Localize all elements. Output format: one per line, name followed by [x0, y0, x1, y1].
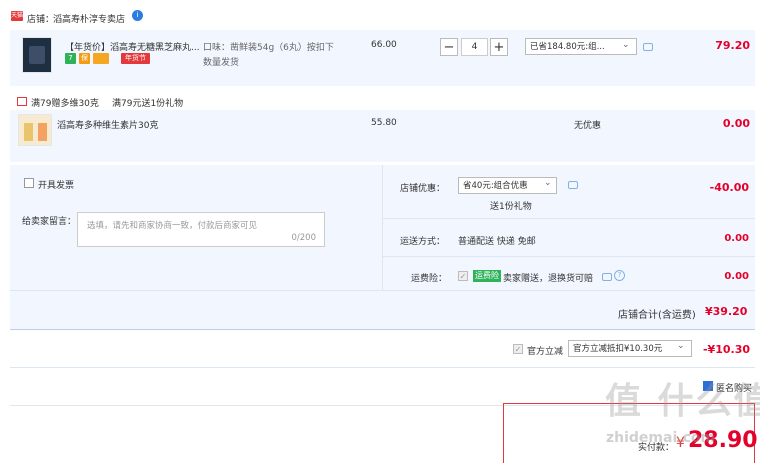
item2-title-link[interactable]: 滔高寿多种维生素片30克 [57, 118, 158, 131]
watermark-logo: 值 什么值得买 [605, 381, 760, 422]
shop-discount-value: 省40元:组合优惠 [463, 181, 528, 191]
shop-discount-amount: -40.00 [709, 181, 749, 194]
shop-discount-select[interactable]: 省40元:组合优惠 [458, 177, 557, 194]
separator [10, 290, 755, 291]
chevron-down-icon: ⌄ [677, 341, 685, 351]
shipping-label: 运送方式： [400, 237, 446, 247]
store-total-label: 店铺合计(含运费) [618, 310, 696, 321]
shop-discount-label: 店铺优惠： [400, 184, 446, 194]
message-textarea[interactable]: 选填，请先和商家协商一致，付款后商家可见 0/200 [77, 212, 325, 247]
invoice-checkbox[interactable] [24, 178, 34, 188]
item1-unit-price: 66.00 [371, 40, 397, 50]
message-placeholder: 选填，请先和商家协商一致，付款后商家可见 [87, 221, 258, 231]
freight-insurance-badge: 运费险 [473, 270, 501, 282]
store-label: 店铺： [27, 15, 55, 25]
chat-icon[interactable] [602, 273, 612, 281]
official-discount-checkbox[interactable] [513, 344, 523, 354]
invoice-label: 开具发票 [38, 181, 75, 191]
separator [10, 367, 755, 368]
qty-minus-button[interactable]: − [440, 38, 458, 56]
shipping-amount: 0.00 [724, 233, 749, 244]
tmall-icon: 天猫 [11, 11, 24, 21]
item1-thumbnail[interactable] [22, 37, 52, 73]
separator [382, 218, 755, 219]
promo-text-1: 满79赠多维30克 [31, 99, 99, 109]
chevron-down-icon: ⌄ [544, 178, 552, 188]
item2-subtotal: 0.00 [722, 117, 750, 130]
watermark-url: zhidemai.com [606, 430, 716, 446]
store-info-icon[interactable]: i [132, 10, 143, 21]
divider [382, 165, 383, 290]
item1-subtotal: 79.20 [715, 39, 750, 52]
item1-tag-7day: 7 [65, 53, 76, 64]
item2-thumbnail[interactable] [18, 114, 52, 146]
chevron-down-icon: ⌄ [622, 40, 630, 50]
store-total-amount: ¥39.20 [705, 305, 748, 318]
freight-insurance-checkbox[interactable] [458, 271, 468, 281]
help-icon[interactable]: ? [614, 270, 625, 281]
item1-discount-select[interactable]: 已省184.80元:组... [525, 38, 637, 55]
item1-title-link[interactable]: 【年货价】滔高寿无糖黑芝麻丸... [65, 40, 200, 53]
item2-discount: 无优惠 [574, 121, 602, 131]
official-discount-amount: -¥10.30 [702, 343, 750, 356]
freight-insurance-amount: 0.00 [724, 271, 749, 282]
item1-spec-line2: 数量发货 [203, 58, 240, 68]
item1-tag-card-icon [93, 53, 109, 64]
message-label: 给卖家留言： [22, 217, 77, 227]
item1-tag-festival: 年货节 [121, 53, 150, 64]
shipping-value: 普通配送 快递 免邮 [458, 237, 536, 247]
qty-plus-button[interactable]: + [490, 38, 508, 56]
store-name-link[interactable]: 滔高寿朴淳专卖店 [53, 12, 125, 25]
item1-tag-guarantee: 保 [79, 53, 90, 64]
chat-icon[interactable] [568, 181, 578, 189]
item1-discount-value: 已省184.80元:组... [530, 42, 605, 52]
item2-unit-price: 55.80 [371, 118, 397, 128]
official-discount-label: 官方立减 [527, 347, 564, 357]
official-discount-value: 官方立减抵扣¥10.30元 [573, 344, 663, 354]
promo-text-2: 满79元送1份礼物 [112, 99, 184, 109]
shop-discount-note: 送1份礼物 [490, 202, 532, 212]
freight-insurance-value: 卖家赠送，退换货可赔 [503, 274, 594, 284]
gift-icon [17, 97, 27, 106]
message-counter: 0/200 [291, 233, 317, 243]
chat-icon[interactable] [643, 43, 653, 51]
item1-spec: 口味：凿鲜装54g（6丸）按扣下 [203, 43, 334, 53]
official-discount-select[interactable]: 官方立减抵扣¥10.30元 [568, 340, 692, 357]
separator [10, 329, 755, 330]
freight-insurance-label: 运费险： [411, 274, 448, 284]
qty-input[interactable]: 4 [461, 38, 488, 56]
separator [382, 256, 755, 257]
